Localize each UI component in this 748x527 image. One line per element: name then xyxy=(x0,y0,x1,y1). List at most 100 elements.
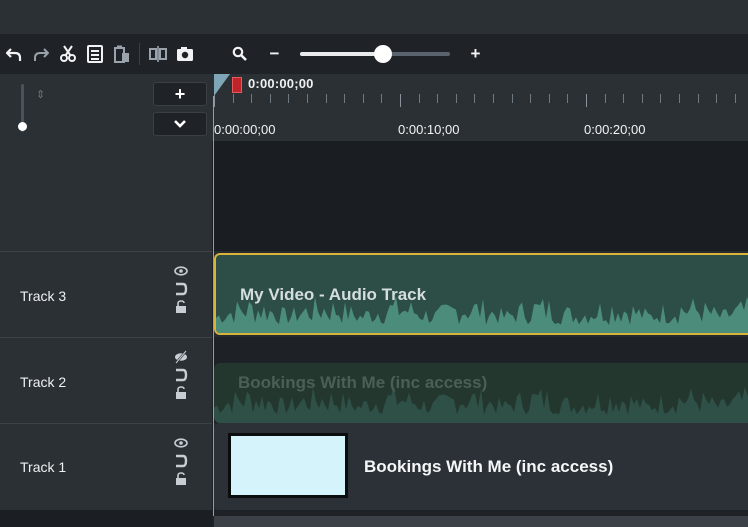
eye-icon[interactable] xyxy=(174,264,188,282)
track-controls xyxy=(174,350,188,404)
ruler-tick xyxy=(455,94,457,103)
track-header-controls: ⇕ + xyxy=(0,74,212,141)
search-icon xyxy=(232,46,247,61)
clip-thumbnail xyxy=(228,433,348,498)
magnet-icon[interactable] xyxy=(174,454,188,472)
unlock-icon[interactable] xyxy=(174,472,188,490)
playhead-time: 0:00:00;00 xyxy=(248,76,314,91)
ruler-tick xyxy=(548,94,550,103)
track-label: Track 2 xyxy=(20,374,67,390)
timeline-toolbar: − + xyxy=(0,34,748,74)
undo-icon xyxy=(5,48,21,61)
track-height-icon: ⇕ xyxy=(36,89,46,101)
chevron-down-icon xyxy=(174,120,186,128)
zoom-search-button[interactable] xyxy=(226,39,253,69)
ruler-tick xyxy=(307,94,308,103)
track-height-knob[interactable] xyxy=(18,122,27,131)
track-options-button[interactable] xyxy=(153,112,207,136)
ruler-tick xyxy=(400,94,401,107)
ruler-tick xyxy=(474,94,476,103)
ruler-tick xyxy=(381,94,383,103)
cut-button[interactable] xyxy=(54,39,81,69)
clip-title: Bookings With Me (inc access) xyxy=(238,373,488,392)
ruler-tick xyxy=(288,94,290,103)
track-controls xyxy=(174,436,188,490)
ruler-tick xyxy=(623,94,625,103)
ruler-tick xyxy=(567,94,569,103)
snapshot-button[interactable] xyxy=(171,39,198,69)
ruler-tick xyxy=(511,94,513,103)
camera-icon xyxy=(176,47,193,61)
ruler-tick xyxy=(362,94,364,103)
track-height-slider[interactable] xyxy=(18,84,27,132)
eye-icon[interactable] xyxy=(174,436,188,454)
track-header-2[interactable]: Track 2 xyxy=(0,337,212,423)
ruler-tick xyxy=(344,94,346,103)
video-clip[interactable]: Bookings With Me (inc access) xyxy=(214,423,748,510)
playhead-start-marker[interactable] xyxy=(214,74,230,96)
footer-left xyxy=(0,510,212,527)
audio-clip-hidden[interactable]: Bookings With Me (inc access) xyxy=(214,363,748,423)
empty-track-header xyxy=(0,141,212,251)
playhead-handle[interactable] xyxy=(232,77,242,93)
ruler-tick xyxy=(716,94,718,103)
magnet-icon[interactable] xyxy=(174,282,188,300)
ruler-tick xyxy=(679,94,680,103)
ruler-tick xyxy=(269,94,271,103)
ruler-tick xyxy=(697,94,699,103)
track-label: Track 1 xyxy=(20,459,67,475)
copy-icon xyxy=(86,45,103,63)
title-bar xyxy=(0,0,748,34)
playhead-line xyxy=(213,96,214,516)
ruler-tick xyxy=(604,94,606,103)
empty-track-lane[interactable] xyxy=(212,141,748,251)
zoom-out-button[interactable]: − xyxy=(261,39,288,69)
ruler-tick xyxy=(586,94,587,107)
timeline-ruler[interactable]: 0:00:00;00 0:00:00;00 0:00:10;00 0:00:20… xyxy=(212,74,748,141)
zoom-control: − + xyxy=(212,39,489,69)
unlock-icon[interactable] xyxy=(174,300,188,318)
ruler-tick xyxy=(734,94,736,103)
ruler-label: 0:00:10;00 xyxy=(398,122,460,137)
ruler-tick xyxy=(418,94,420,103)
add-track-button[interactable]: + xyxy=(153,82,207,106)
horizontal-scrollbar[interactable] xyxy=(214,516,748,527)
audio-clip[interactable]: My Video - Audio Track xyxy=(214,253,748,335)
zoom-in-button[interactable]: + xyxy=(462,39,489,69)
ruler-tick xyxy=(660,94,662,103)
track-lane-2[interactable]: Bookings With Me (inc access) xyxy=(214,337,748,423)
track-lane-1[interactable]: Bookings With Me (inc access) xyxy=(214,423,748,510)
zoom-slider-fill xyxy=(300,52,383,56)
ruler-ticks xyxy=(212,94,748,107)
toolbar-divider xyxy=(139,43,140,65)
split-icon xyxy=(148,46,167,62)
track-lane-3[interactable]: My Video - Audio Track xyxy=(214,251,748,337)
ruler-tick xyxy=(214,94,215,107)
redo-button[interactable] xyxy=(27,39,54,69)
ruler-label: 0:00:20;00 xyxy=(584,122,646,137)
ruler-tick xyxy=(325,94,327,103)
track-header-1[interactable]: Track 1 xyxy=(0,423,212,510)
ruler-tick xyxy=(641,94,643,103)
track-label: Track 3 xyxy=(20,288,67,304)
zoom-slider[interactable] xyxy=(300,45,450,63)
ruler-tick xyxy=(251,94,253,103)
track-header-3[interactable]: Track 3 xyxy=(0,251,212,337)
unlock-icon[interactable] xyxy=(174,386,188,404)
zoom-slider-thumb[interactable] xyxy=(373,45,392,63)
magnet-icon[interactable] xyxy=(174,368,188,386)
redo-icon xyxy=(33,48,49,61)
paste-icon xyxy=(113,45,129,63)
scissors-icon xyxy=(59,45,76,62)
track-controls xyxy=(174,264,188,318)
eye-hidden-icon[interactable] xyxy=(174,350,188,368)
clip-title: Bookings With Me (inc access) xyxy=(364,457,614,476)
split-button[interactable] xyxy=(144,39,171,69)
copy-button[interactable] xyxy=(81,39,108,69)
ruler-tick xyxy=(530,94,532,103)
ruler-tick xyxy=(232,94,234,103)
clip-title: My Video - Audio Track xyxy=(240,285,427,304)
paste-button[interactable] xyxy=(108,39,135,69)
undo-button[interactable] xyxy=(0,39,27,69)
ruler-label: 0:00:00;00 xyxy=(214,122,276,137)
